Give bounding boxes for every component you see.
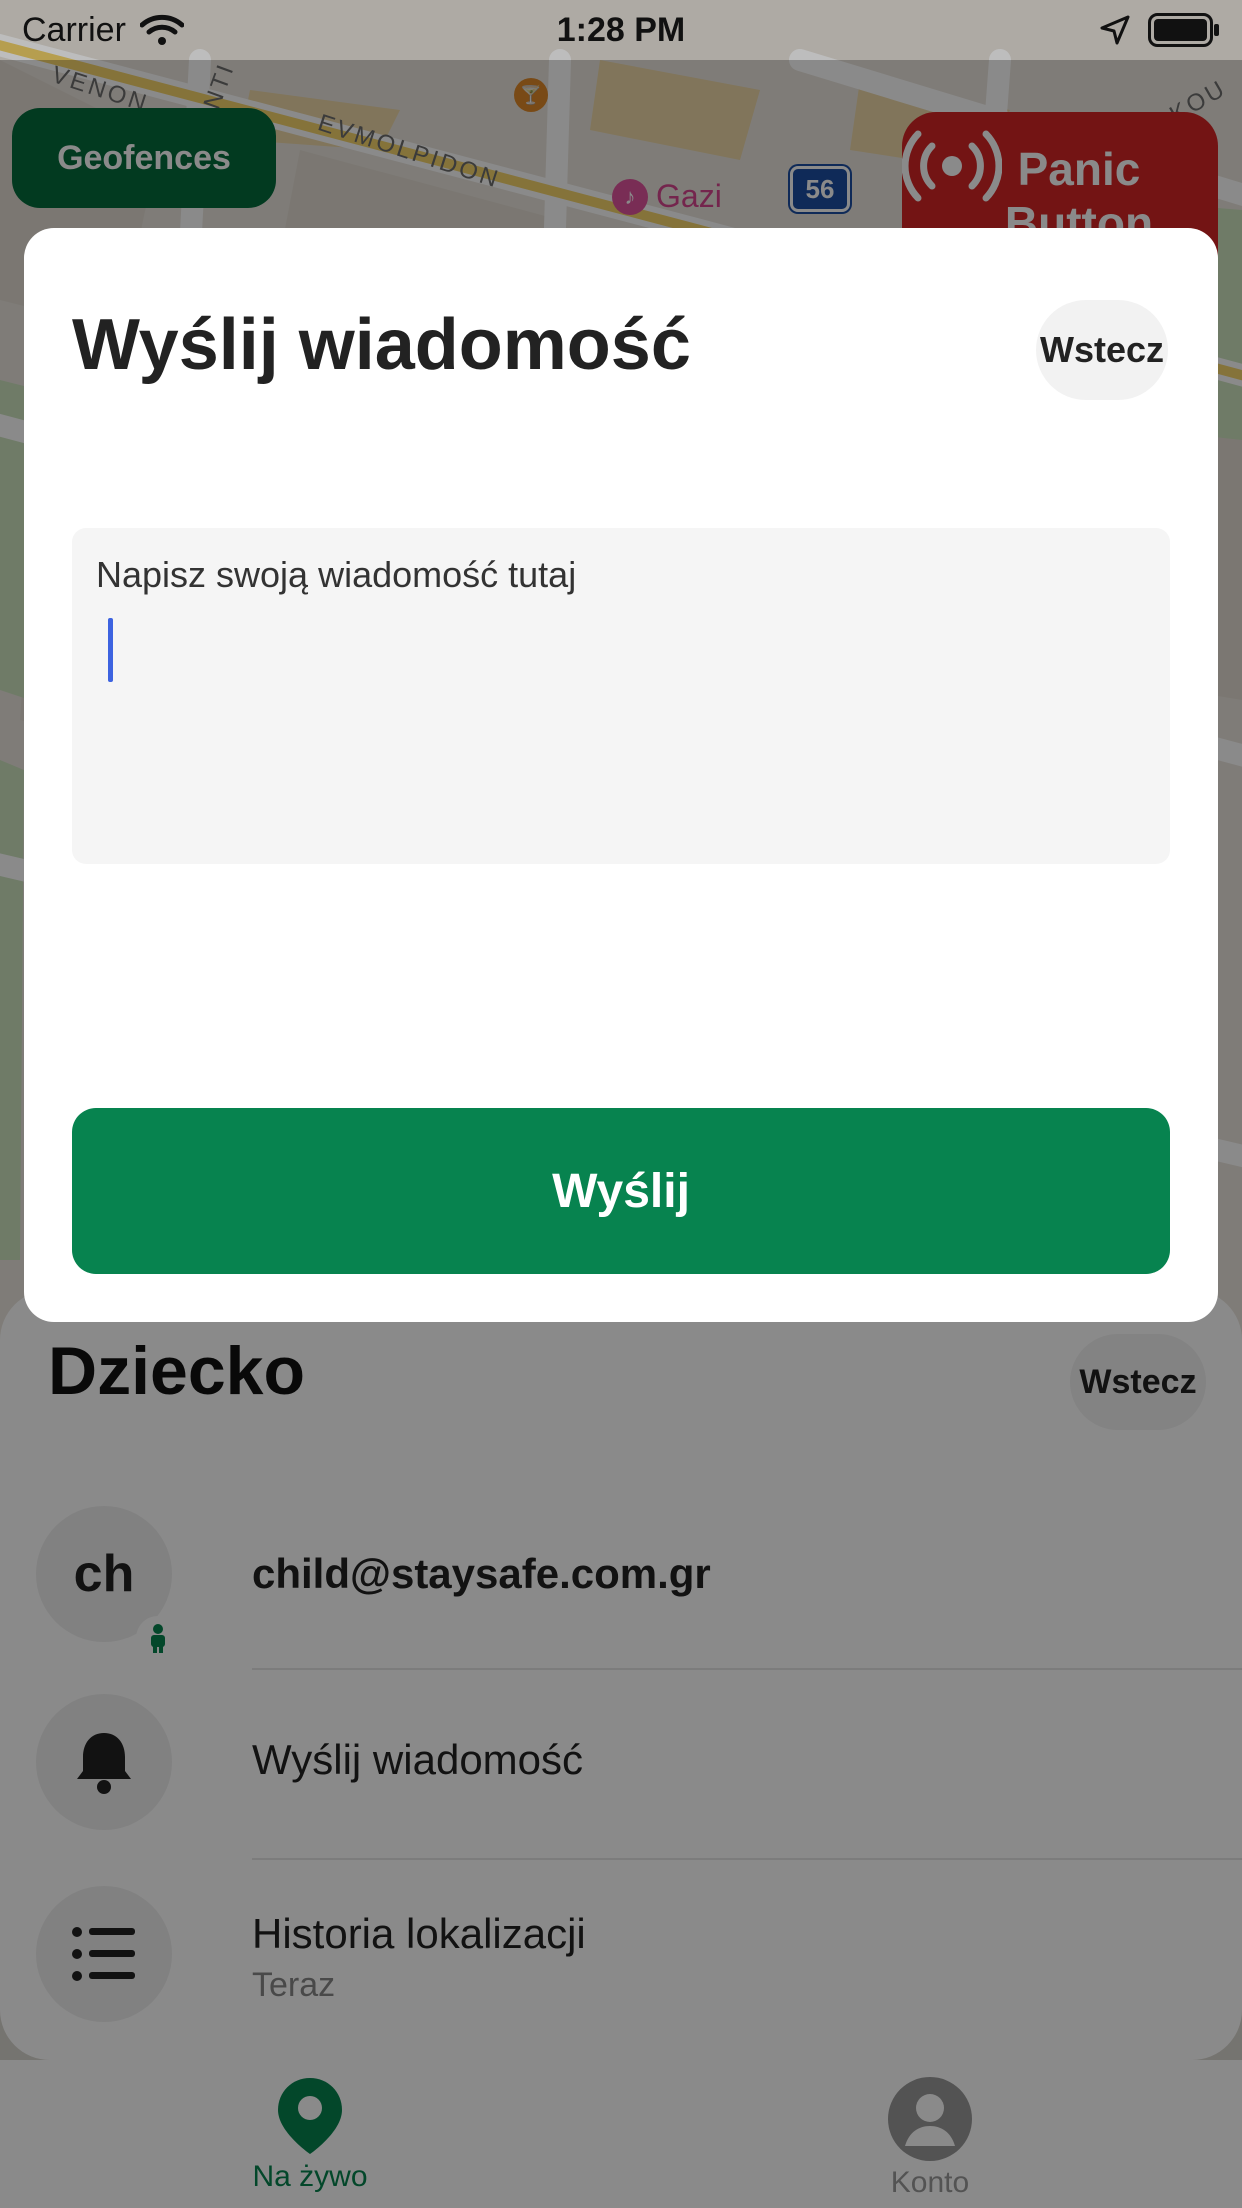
text-caret xyxy=(108,618,113,682)
send-message-modal: Wyślij wiadomość Wstecz Napisz swoją wia… xyxy=(24,228,1218,1322)
status-bar: Carrier 1:28 PM xyxy=(0,0,1242,60)
modal-back-button[interactable]: Wstecz xyxy=(1036,300,1168,400)
status-time: 1:28 PM xyxy=(556,10,686,49)
screen: VENON EVMOLPIDON NTI KOU 🍸 ♪ Gazi 56 Geo… xyxy=(0,0,1242,2208)
send-button[interactable]: Wyślij xyxy=(72,1108,1170,1274)
modal-title: Wyślij wiadomość xyxy=(72,305,691,385)
message-input[interactable]: Napisz swoją wiadomość tutaj xyxy=(72,528,1170,864)
message-placeholder: Napisz swoją wiadomość tutaj xyxy=(96,554,577,595)
